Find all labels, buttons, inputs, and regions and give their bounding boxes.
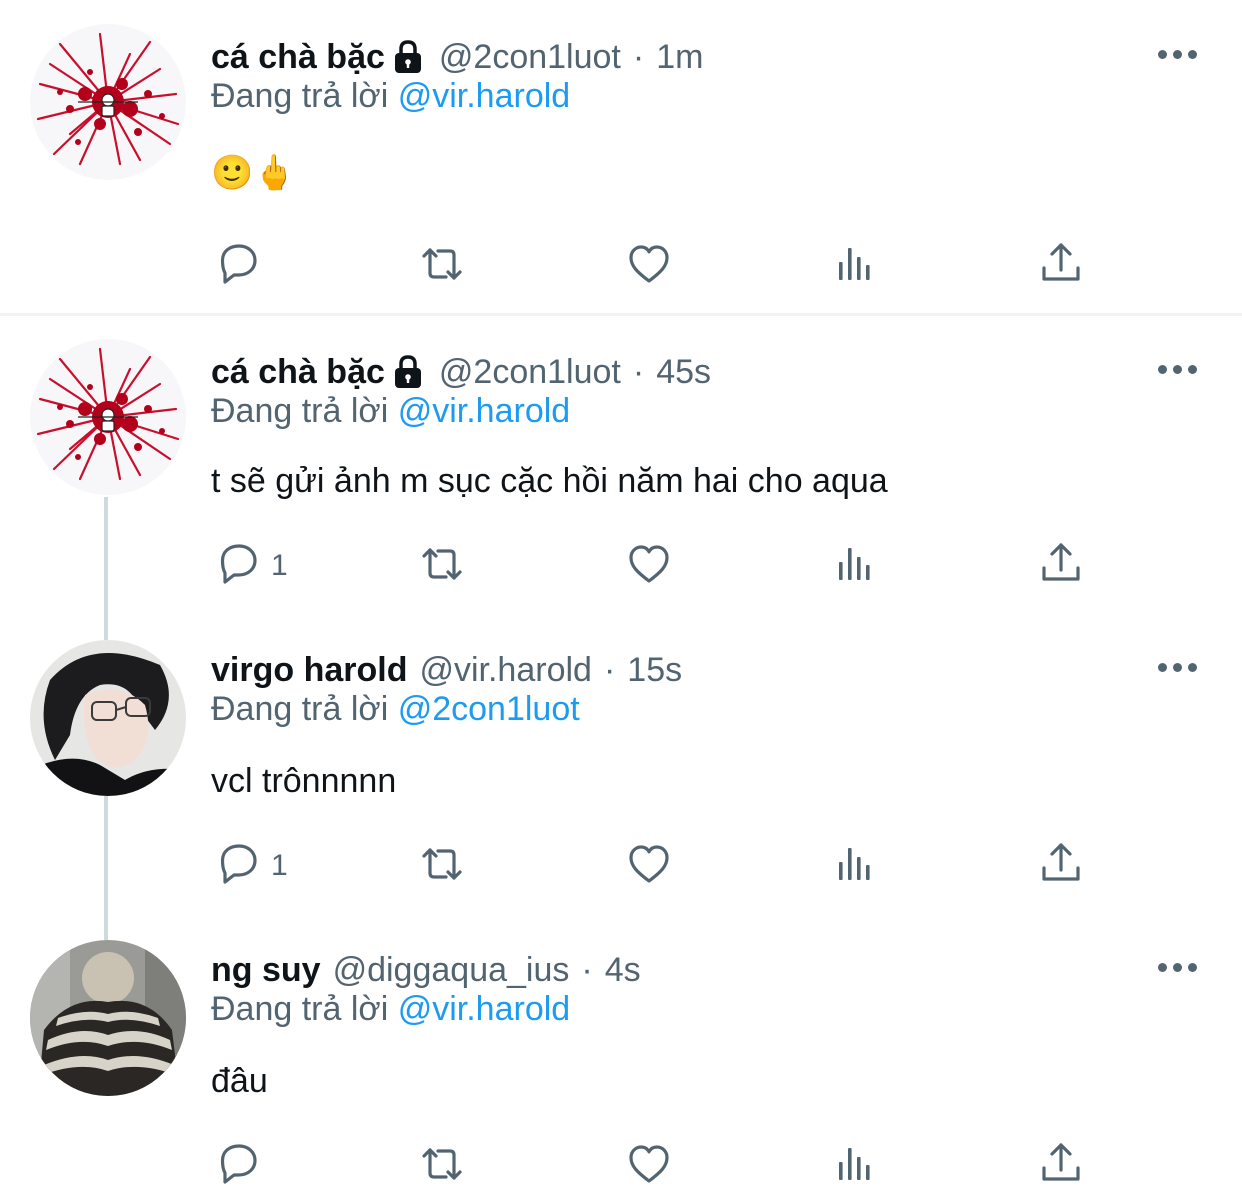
timestamp[interactable]: 45s xyxy=(656,353,711,392)
more-dots-icon[interactable] xyxy=(1158,362,1200,376)
retweet-icon xyxy=(418,840,466,893)
bar-chart-icon xyxy=(832,240,880,293)
separator-dot: · xyxy=(632,352,645,391)
retweet-icon xyxy=(418,240,466,293)
tweet-text: vcl trônnnnn xyxy=(211,762,397,800)
like-button[interactable] xyxy=(625,838,673,894)
display-name[interactable]: virgo harold xyxy=(211,651,407,690)
retweet-icon xyxy=(418,540,466,593)
timestamp[interactable]: 4s xyxy=(605,951,641,990)
share-button[interactable] xyxy=(1037,838,1085,894)
replying-to: Đang trả lời @vir.harold xyxy=(211,990,570,1029)
user-handle[interactable]: @vir.harold xyxy=(419,651,591,690)
speech-bubble-icon xyxy=(213,840,261,893)
share-icon xyxy=(1037,540,1085,593)
like-button[interactable] xyxy=(625,1138,673,1194)
tweet-divider xyxy=(0,313,1242,316)
retweet-button[interactable] xyxy=(418,238,466,294)
bar-chart-icon xyxy=(832,840,880,893)
views-button[interactable] xyxy=(832,838,880,894)
replying-to: Đang trả lời @2con1luot xyxy=(211,690,580,729)
more-dots-icon[interactable] xyxy=(1158,47,1200,61)
splatter-avatar[interactable] xyxy=(30,24,186,180)
retweet-icon xyxy=(418,1140,466,1193)
tweet-actions xyxy=(0,238,1242,294)
display-name[interactable]: cá chà bặc xyxy=(211,353,385,392)
replying-to-label: Đang trả lời xyxy=(211,990,389,1028)
lock-icon xyxy=(393,40,423,75)
tweet-actions: 1 xyxy=(0,838,1242,894)
timestamp[interactable]: 1m xyxy=(656,38,703,77)
reply-button[interactable]: 1 xyxy=(213,538,288,594)
like-button[interactable] xyxy=(625,238,673,294)
views-button[interactable] xyxy=(832,238,880,294)
tweet-actions: 1 xyxy=(0,538,1242,594)
share-icon xyxy=(1037,840,1085,893)
retweet-button[interactable] xyxy=(418,838,466,894)
separator-dot: · xyxy=(603,650,616,689)
user-handle[interactable]: @2con1luot xyxy=(439,353,621,392)
mention-link[interactable]: @2con1luot xyxy=(398,690,580,728)
heart-icon xyxy=(625,840,673,893)
display-name[interactable]: ng suy xyxy=(211,951,321,990)
bar-chart-icon xyxy=(832,540,880,593)
heart-icon xyxy=(625,240,673,293)
separator-dot: · xyxy=(632,37,645,76)
person-glasses-avatar[interactable] xyxy=(30,640,186,796)
timestamp[interactable]: 15s xyxy=(627,651,682,690)
reply-count: 1 xyxy=(271,849,288,882)
replying-to-label: Đang trả lời xyxy=(211,77,389,115)
user-handle[interactable]: @2con1luot xyxy=(439,38,621,77)
reply-button[interactable] xyxy=(213,238,271,294)
more-dots-icon[interactable] xyxy=(1158,960,1200,974)
tweet-text: đâu xyxy=(211,1062,268,1100)
reply-button[interactable]: 1 xyxy=(213,838,288,894)
splatter-avatar[interactable] xyxy=(30,339,186,495)
speech-bubble-icon xyxy=(213,240,261,293)
reply-button[interactable] xyxy=(213,1138,271,1194)
tweet-text: t sẽ gửi ảnh m sục cặc hồi năm hai cho a… xyxy=(211,462,888,500)
replying-to-label: Đang trả lời xyxy=(211,392,389,430)
person-striped-sweater-avatar[interactable] xyxy=(30,940,186,1096)
separator-dot: · xyxy=(581,950,593,989)
heart-icon xyxy=(625,540,673,593)
like-button[interactable] xyxy=(625,538,673,594)
mention-link[interactable]: @vir.harold xyxy=(398,392,570,430)
reply-count: 1 xyxy=(271,549,288,582)
lock-icon xyxy=(393,355,423,390)
retweet-button[interactable] xyxy=(418,538,466,594)
heart-icon xyxy=(625,1140,673,1193)
speech-bubble-icon xyxy=(213,1140,261,1193)
speech-bubble-icon xyxy=(213,540,261,593)
user-handle[interactable]: @diggaqua_ius xyxy=(333,951,570,990)
bar-chart-icon xyxy=(832,1140,880,1193)
more-dots-icon[interactable] xyxy=(1158,660,1200,674)
share-icon xyxy=(1037,1140,1085,1193)
replying-to: Đang trả lời @vir.harold xyxy=(211,77,570,116)
retweet-button[interactable] xyxy=(418,1138,466,1194)
mention-link[interactable]: @vir.harold xyxy=(398,990,570,1028)
replying-to: Đang trả lời @vir.harold xyxy=(211,392,570,431)
views-button[interactable] xyxy=(832,1138,880,1194)
replying-to-label: Đang trả lời xyxy=(211,690,389,728)
tweet-text: 🙂🖕 xyxy=(211,154,296,192)
share-button[interactable] xyxy=(1037,538,1085,594)
share-icon xyxy=(1037,240,1085,293)
share-button[interactable] xyxy=(1037,238,1085,294)
views-button[interactable] xyxy=(832,538,880,594)
mention-link[interactable]: @vir.harold xyxy=(398,77,570,115)
display-name[interactable]: cá chà bặc xyxy=(211,38,385,77)
tweet-actions xyxy=(0,1138,1242,1194)
share-button[interactable] xyxy=(1037,1138,1085,1194)
